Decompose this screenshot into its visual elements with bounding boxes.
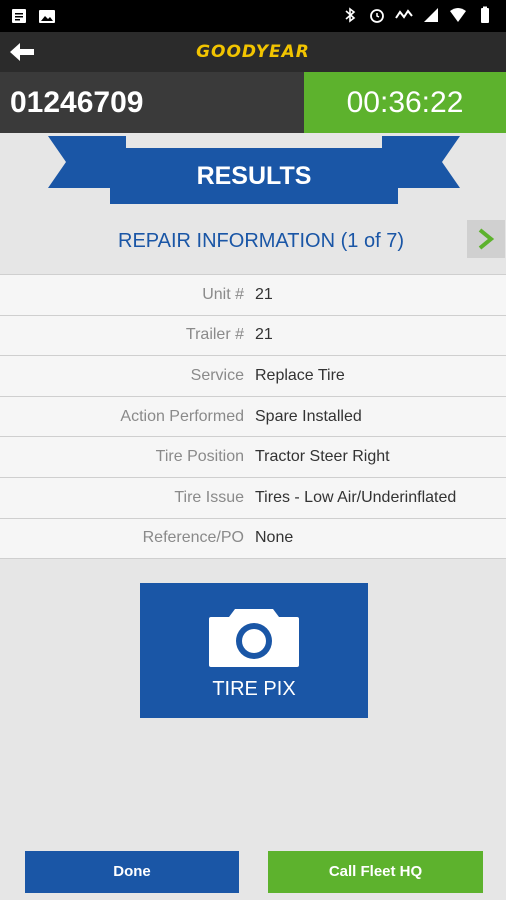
results-title: RESULTS bbox=[196, 162, 312, 190]
section-header: REPAIR INFORMATION (1 of 7) bbox=[0, 214, 506, 270]
repair-info-title: REPAIR INFORMATION (1 of 7) bbox=[118, 230, 404, 252]
chevron-right-icon bbox=[478, 228, 495, 250]
done-button[interactable]: Done bbox=[25, 851, 239, 893]
info-value: None bbox=[255, 529, 294, 547]
info-value: 21 bbox=[255, 285, 273, 303]
info-value: Tractor Steer Right bbox=[255, 448, 390, 466]
results-banner: RESULTS bbox=[48, 136, 460, 206]
info-row-service: Service Replace Tire bbox=[0, 356, 506, 397]
brand-logo: GOODYEAR bbox=[196, 42, 310, 62]
info-value: Spare Installed bbox=[255, 407, 362, 425]
info-row-tire-issue: Tire Issue Tires - Low Air/Underinflated bbox=[0, 477, 506, 519]
camera-icon bbox=[209, 609, 299, 667]
info-row-reference: Reference/PO None bbox=[0, 518, 506, 560]
info-value: Tires - Low Air/Underinflated bbox=[255, 488, 457, 506]
ticket-number: 01246709 bbox=[0, 72, 304, 133]
app-bar: GOODYEAR bbox=[0, 32, 506, 72]
cell-signal-icon bbox=[424, 8, 438, 22]
wifi-icon bbox=[450, 8, 466, 22]
info-label: Tire Position bbox=[155, 448, 244, 466]
elapsed-timer: 00:36:22 bbox=[304, 72, 506, 133]
info-row-unit: Unit # 21 bbox=[0, 275, 506, 316]
tire-pix-button[interactable]: TIRE PIX bbox=[140, 583, 368, 718]
info-label: Unit # bbox=[202, 285, 244, 303]
info-row-trailer: Trailer # 21 bbox=[0, 315, 506, 357]
photo-icon bbox=[39, 10, 55, 23]
info-label: Trailer # bbox=[185, 326, 244, 344]
info-label: Action Performed bbox=[120, 407, 244, 425]
info-label: Service bbox=[190, 366, 244, 384]
battery-icon bbox=[481, 6, 489, 23]
info-label: Reference/PO bbox=[142, 529, 244, 547]
signal-wave-icon bbox=[395, 9, 413, 19]
status-bar bbox=[0, 0, 506, 32]
bluetooth-icon bbox=[345, 7, 356, 23]
ticket-row: 01246709 00:36:22 bbox=[0, 72, 506, 133]
notes-icon bbox=[12, 9, 26, 23]
info-value: Replace Tire bbox=[255, 366, 345, 384]
alarm-icon bbox=[370, 9, 384, 23]
call-fleet-hq-button[interactable]: Call Fleet HQ bbox=[268, 851, 483, 893]
info-row-action: Action Performed Spare Installed bbox=[0, 396, 506, 438]
next-page-button[interactable] bbox=[467, 220, 505, 258]
info-label: Tire Issue bbox=[174, 488, 244, 506]
info-row-tire-position: Tire Position Tractor Steer Right bbox=[0, 437, 506, 478]
tire-pix-label: TIRE PIX bbox=[212, 678, 296, 700]
repair-info-table: Unit # 21 Trailer # 21 Service Replace T… bbox=[0, 274, 506, 560]
info-value: 21 bbox=[255, 326, 273, 344]
